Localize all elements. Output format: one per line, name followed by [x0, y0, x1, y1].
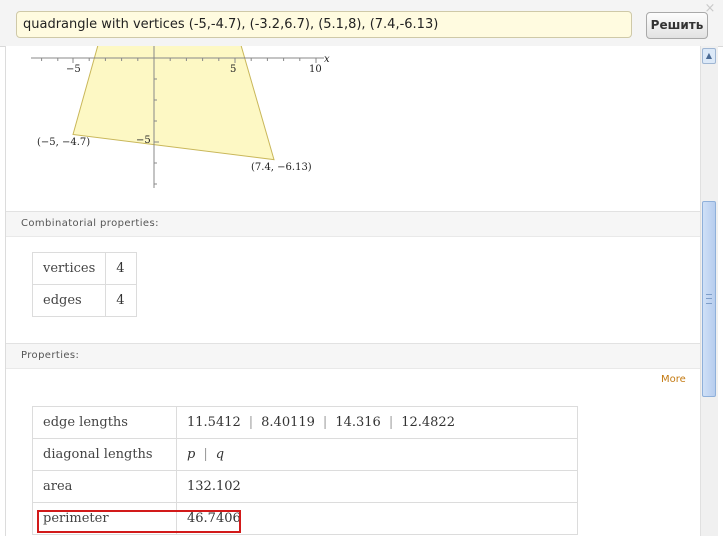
property-value: 132.102 — [176, 470, 578, 503]
quadrangle-plot: −5 5 10 x −5 (−5, −4.7) (7.4, −6.13) — [6, 46, 700, 211]
property-name: area — [32, 470, 177, 503]
property-name: diagonal lengths — [32, 438, 177, 471]
y-tick-label: −5 — [136, 135, 151, 146]
edge-length: 14.316 — [335, 415, 381, 430]
x-axis-label: x — [324, 54, 330, 65]
vertex-label: (7.4, −6.13) — [251, 162, 312, 173]
solve-button[interactable]: Решить — [646, 12, 708, 39]
query-bar: Решить × — [0, 0, 723, 47]
property-value: 4 — [105, 252, 138, 285]
plot-canvas — [31, 46, 324, 188]
property-name: edges — [31, 284, 107, 317]
property-name: vertices — [31, 252, 107, 285]
grip-icon — [706, 294, 712, 304]
table-row: edge lengths 11.5412 | 8.40119 | 14.316 | 12.4… — [32, 406, 578, 439]
search-input[interactable] — [16, 11, 632, 38]
results-panel: −5 5 10 x −5 (−5, −4.7) (7.4, −6.13) Com… — [5, 46, 700, 536]
separator: | — [203, 447, 208, 462]
property-value: p | q — [176, 438, 578, 471]
property-name: edge lengths — [32, 406, 177, 439]
properties-table: edge lengths 11.5412 | 8.40119 | 14.316 | 12.4… — [32, 406, 578, 535]
property-value: 46.7406 — [176, 502, 578, 535]
x-tick-label: 10 — [309, 64, 322, 75]
property-name: perimeter — [32, 502, 177, 535]
combinatorial-properties-header: Combinatorial properties: — [6, 211, 700, 237]
more-link[interactable]: More — [661, 374, 686, 385]
table-row: edges 4 — [31, 284, 138, 317]
separator: | — [248, 415, 254, 430]
vertical-scrollbar[interactable]: ▲ — [700, 46, 718, 536]
separator: | — [322, 415, 328, 430]
property-value: 11.5412 | 8.40119 | 14.316 | 12.4822 — [176, 406, 578, 439]
edge-length: 12.4822 — [401, 415, 455, 430]
quadrangle-shape — [72, 46, 275, 161]
property-value: 4 — [105, 284, 138, 317]
table-row: area 132.102 — [32, 470, 578, 503]
scroll-thumb[interactable] — [702, 201, 716, 397]
table-row: diagonal lengths p | q — [32, 438, 578, 471]
x-tick-label: 5 — [230, 64, 237, 75]
diagonal-length: q — [215, 447, 225, 462]
close-icon[interactable]: × — [703, 2, 717, 16]
combinatorial-table: vertices 4 edges 4 — [31, 252, 138, 317]
scroll-up-arrow-icon[interactable]: ▲ — [702, 48, 716, 64]
pod-title: Properties: — [21, 350, 80, 361]
vertex-label: (−5, −4.7) — [37, 137, 91, 148]
table-row: perimeter 46.7406 — [32, 502, 578, 535]
pod-title: Combinatorial properties: — [21, 218, 159, 229]
edge-length: 8.40119 — [261, 415, 315, 430]
x-tick-label: −5 — [66, 64, 81, 75]
edge-length: 11.5412 — [187, 415, 241, 430]
separator: | — [388, 415, 394, 430]
properties-header: Properties: — [6, 343, 700, 369]
table-row: vertices 4 — [31, 252, 138, 285]
